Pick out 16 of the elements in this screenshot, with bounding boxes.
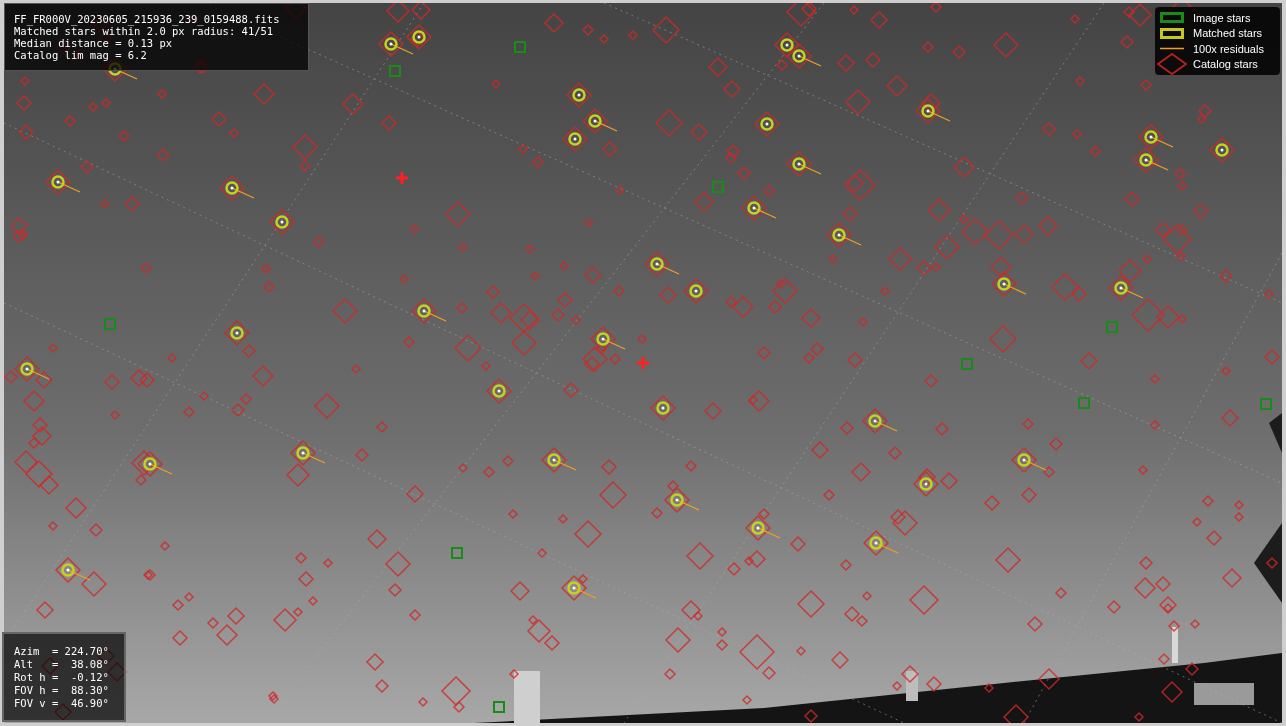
legend-label: 100x residuals bbox=[1193, 41, 1264, 57]
rectangle-icon bbox=[1160, 27, 1184, 39]
pointing-text: Rot h = -0.12° bbox=[14, 671, 110, 684]
diamond-icon bbox=[1157, 53, 1187, 76]
legend-label: Image stars bbox=[1193, 10, 1251, 26]
info-text: Median distance = 0.13 px bbox=[14, 37, 174, 49]
legend-label: Matched stars bbox=[1193, 26, 1263, 41]
legend-label: Catalog stars bbox=[1193, 57, 1258, 72]
info-text: Matched stars within 2.0 px radius: 41/51 bbox=[14, 25, 274, 37]
pointing-text: Alt = 38.08° bbox=[14, 658, 110, 671]
square-icon bbox=[1160, 12, 1184, 24]
pointing-text: FOV v = 46.90° bbox=[14, 697, 110, 710]
info-text: FF_FR000V_20230605_215936_239_0159488.fits bbox=[14, 13, 281, 25]
pointing-text: FOV h = 88.30° bbox=[14, 684, 110, 697]
pointing-text: Azim = 224.70° bbox=[14, 645, 110, 658]
info-text: Catalog lim mag = 6.2 bbox=[14, 49, 148, 61]
